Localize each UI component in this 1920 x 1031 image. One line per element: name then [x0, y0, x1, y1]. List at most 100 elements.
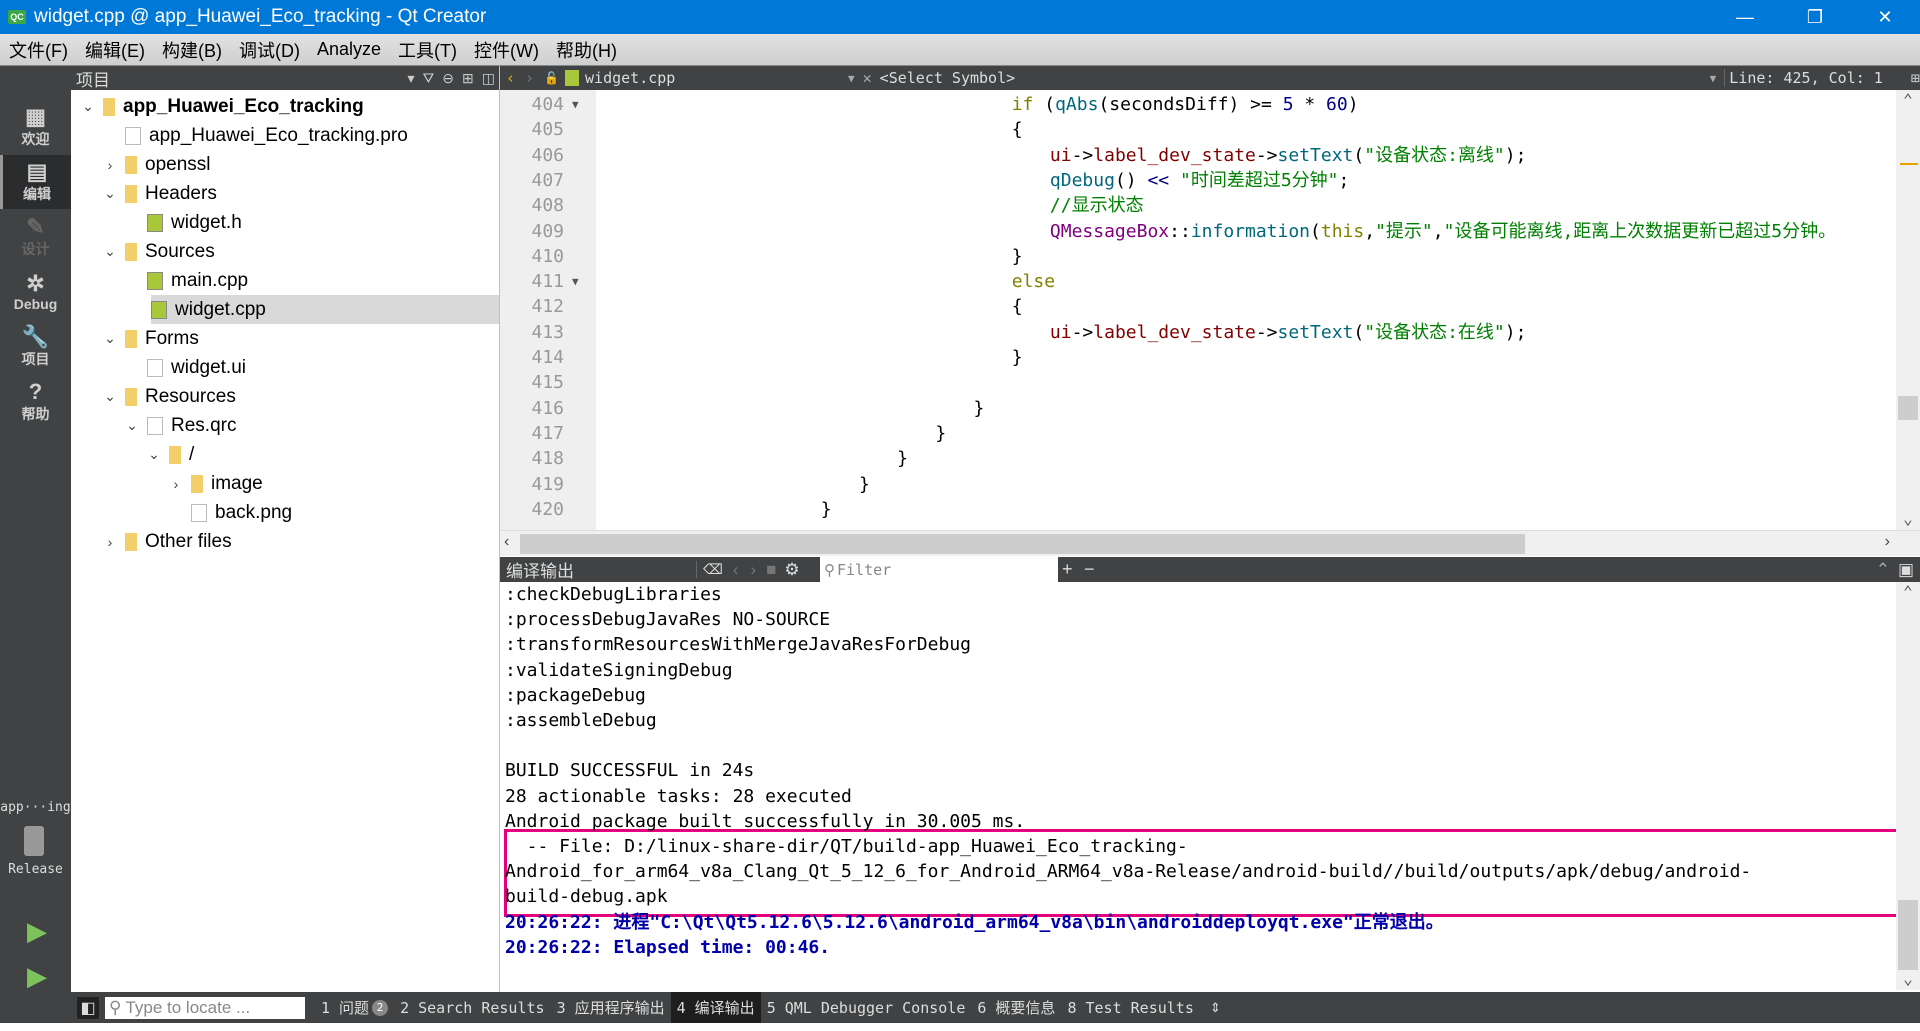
tree-item[interactable]: ⌄ app_Huawei_Eco_tracking: [71, 92, 499, 121]
mode-wrench[interactable]: 🔧 项目: [0, 320, 71, 374]
folder-icon: [125, 155, 137, 174]
output-tab[interactable]: 6 概要信息: [971, 992, 1061, 1023]
chevron-down-icon[interactable]: ⌄: [101, 388, 119, 405]
fold-arrow-icon[interactable]: ▼: [572, 269, 579, 294]
stop-icon[interactable]: ■: [766, 560, 776, 580]
menu-item[interactable]: 控件(W): [465, 37, 547, 63]
view-dropdown-icon[interactable]: ▾: [408, 70, 415, 87]
folder-cpp-icon: [125, 242, 137, 261]
output-tab[interactable]: 1 问题 2: [315, 992, 394, 1023]
chevron-right-icon[interactable]: ›: [101, 157, 119, 173]
mode-help[interactable]: ? 帮助: [0, 375, 71, 429]
tree-item[interactable]: › Other files: [71, 527, 499, 556]
tree-item[interactable]: widget.cpp: [151, 295, 499, 324]
output-line: :packageDebug: [505, 684, 646, 706]
editor-scroll-thumb[interactable]: [1898, 396, 1918, 420]
run-button[interactable]: ▶: [22, 916, 52, 946]
output-scroll-thumb[interactable]: [1898, 900, 1918, 970]
close-panel-icon[interactable]: ◫: [482, 70, 495, 87]
output-tab[interactable]: 8 Test Results: [1061, 992, 1199, 1023]
chevron-down-icon[interactable]: ⌄: [101, 243, 119, 260]
output-vertical-scrollbar[interactable]: ⌃ ⌄: [1896, 582, 1920, 990]
link-icon[interactable]: ⊖: [442, 70, 454, 87]
menu-item[interactable]: 构建(B): [153, 37, 230, 63]
code-line: 419}: [500, 472, 1900, 497]
tree-item[interactable]: ⌄ Forms: [71, 324, 499, 353]
symbol-dropdown[interactable]: <Select Symbol>: [880, 69, 1710, 87]
kit-build-label[interactable]: Release: [0, 862, 71, 877]
locator-input[interactable]: ⚲ Type to locate ...: [105, 996, 305, 1019]
settings-gear-icon[interactable]: ⚙: [784, 560, 799, 580]
prev-icon[interactable]: ‹: [733, 560, 739, 580]
zoom-in-icon[interactable]: +: [1062, 559, 1073, 580]
clear-output-icon[interactable]: ⌫: [696, 561, 723, 578]
hide-pane-icon[interactable]: ▣: [1898, 560, 1914, 580]
forward-icon[interactable]: ›: [525, 69, 534, 87]
tree-item[interactable]: widget.ui: [71, 353, 499, 382]
chevron-down-icon[interactable]: ⌄: [79, 98, 97, 115]
output-scroll-down-icon[interactable]: ⌄: [1896, 969, 1920, 988]
menu-item[interactable]: 调试(D): [230, 37, 308, 63]
back-icon[interactable]: ‹: [506, 69, 515, 87]
tree-item[interactable]: ⌄ Resources: [71, 382, 499, 411]
scroll-right-icon[interactable]: ›: [1885, 533, 1890, 551]
close-button[interactable]: ✕: [1850, 0, 1920, 34]
toggle-sidebar-icon[interactable]: ◧: [77, 996, 99, 1019]
tree-item[interactable]: › image: [71, 469, 499, 498]
tree-item[interactable]: ⌄ /: [71, 440, 499, 469]
menu-item[interactable]: 帮助(H): [547, 37, 625, 63]
output-tab[interactable]: 2 Search Results: [394, 992, 551, 1023]
more-tabs-icon[interactable]: ⇕: [1210, 1000, 1221, 1016]
output-tab[interactable]: 3 应用程序输出: [551, 992, 671, 1023]
tree-item[interactable]: app_Huawei_Eco_tracking.pro: [71, 121, 499, 150]
menu-item[interactable]: 文件(F): [0, 37, 76, 63]
mode-bug[interactable]: ✲ Debug: [0, 265, 71, 319]
output-scroll-up-icon[interactable]: ⌃: [1896, 582, 1920, 601]
menu-item[interactable]: Analyze: [308, 39, 389, 60]
chevron-down-icon[interactable]: ⌄: [145, 446, 163, 463]
horizontal-scroll-thumb[interactable]: [520, 534, 1525, 554]
document-dropdown[interactable]: widget.cpp: [585, 69, 845, 87]
mode-edit[interactable]: ▤ 编辑: [0, 155, 71, 209]
output-tab[interactable]: 4 编译输出: [670, 992, 761, 1023]
android-device-icon[interactable]: [24, 826, 44, 856]
output-filter-input[interactable]: ⚲ Filter: [820, 557, 1058, 582]
mode-grid[interactable]: ▦ 欢迎: [0, 100, 71, 154]
next-icon[interactable]: ›: [750, 560, 756, 580]
maximize-pane-icon[interactable]: ⌃: [1876, 560, 1890, 580]
chevron-down-icon[interactable]: ⌄: [123, 417, 141, 434]
tree-item[interactable]: widget.h: [71, 208, 499, 237]
restore-button[interactable]: ❐: [1780, 0, 1850, 34]
editor-horizontal-scrollbar[interactable]: ‹ ›: [500, 530, 1920, 556]
code-editor[interactable]: ⌃ ⌄ 404 ▼ if (qAbs(secondsDiff) >= 5 * 60)…: [500, 90, 1920, 530]
document-dropdown-arrow-icon[interactable]: ▼: [848, 72, 855, 85]
tree-item-label: back.png: [215, 501, 293, 523]
compile-output[interactable]: ⌃ ⌄ :checkDebugLibraries:processDebugJav…: [500, 582, 1920, 990]
output-tab[interactable]: 5 QML Debugger Console: [761, 992, 972, 1023]
split-editor-icon[interactable]: ⊞: [1911, 69, 1920, 87]
cursor-position[interactable]: Line: 425, Col: 1: [1724, 69, 1883, 87]
debug-run-button[interactable]: ▶: [22, 961, 52, 991]
close-document-icon[interactable]: ✕: [863, 69, 872, 87]
tree-item[interactable]: ⌄ Res.qrc: [71, 411, 499, 440]
chevron-right-icon[interactable]: ›: [167, 476, 185, 492]
tree-item[interactable]: ⌄ Headers: [71, 179, 499, 208]
tree-item[interactable]: › openssl: [71, 150, 499, 179]
tree-item[interactable]: main.cpp: [71, 266, 499, 295]
kit-project-label[interactable]: app···ing: [0, 800, 71, 815]
tree-item[interactable]: back.png: [71, 498, 499, 527]
chevron-down-icon[interactable]: ⌄: [101, 330, 119, 347]
symbol-dropdown-arrow-icon[interactable]: ▼: [1710, 72, 1717, 85]
chevron-right-icon[interactable]: ›: [101, 534, 119, 550]
filter-icon[interactable]: ⛛: [423, 70, 435, 87]
zoom-out-icon[interactable]: −: [1084, 559, 1095, 580]
tree-item[interactable]: ⌄ Sources: [71, 237, 499, 266]
tree-item-label: widget.ui: [171, 356, 246, 378]
split-icon[interactable]: ⊞: [462, 70, 474, 87]
minimize-button[interactable]: —: [1710, 0, 1780, 34]
menu-item[interactable]: 工具(T): [389, 37, 465, 63]
fold-arrow-icon[interactable]: ▼: [572, 92, 579, 117]
menu-item[interactable]: 编辑(E): [76, 37, 153, 63]
scroll-left-icon[interactable]: ‹: [504, 533, 509, 551]
chevron-down-icon[interactable]: ⌄: [101, 185, 119, 202]
